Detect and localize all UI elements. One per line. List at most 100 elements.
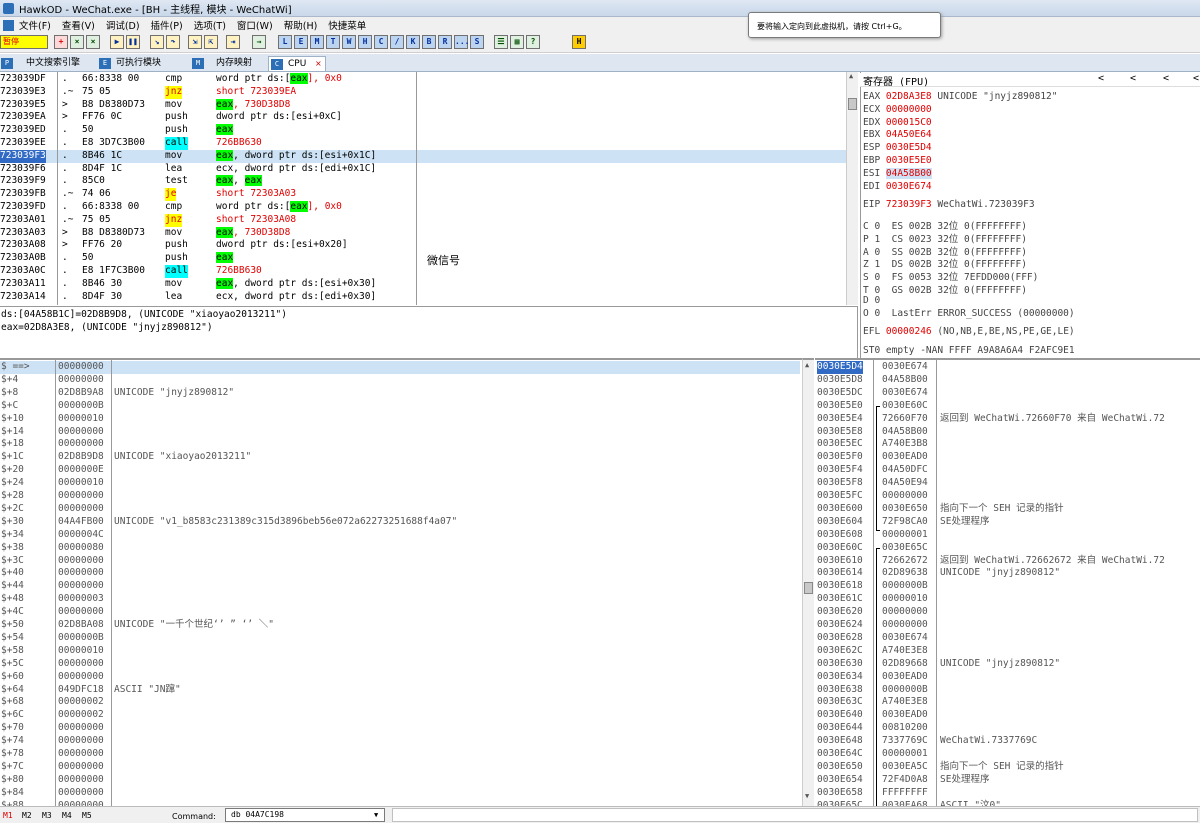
toolbar-button-s[interactable]: S [470,35,484,49]
register-value[interactable]: 723039F3 [886,199,932,210]
mark-m1[interactable]: M1 [3,811,13,820]
register-line[interactable]: EBP 0030E5E0 [863,155,932,166]
disasm-row[interactable]: 72303A11. 8B46 30 mov eax, dword ptr ds:[es… [0,277,857,291]
menu-window[interactable]: 窗口(W) [237,18,273,32]
stack-row[interactable]: $+84 00000000 [0,787,800,800]
stack-row[interactable]: $+28 00000000 [0,490,800,503]
disasm-row[interactable]: 723039E3 .~ 75 05 jnz short 723039EA [0,85,857,99]
stack-row[interactable]: $+64 049DFC18 ASCII "JN蹿" [0,684,800,697]
trace-into-icon[interactable]: ⇲ [188,35,202,49]
toolbar-button-m[interactable]: M [310,35,324,49]
toolbar-button-k[interactable]: K [406,35,420,49]
register-line[interactable]: EIP 723039F3 WeChatWi.723039F3 [863,199,1035,210]
stack-row[interactable]: $+C 0000000B [0,400,800,413]
column-divider[interactable] [57,72,58,305]
stack-row[interactable]: $+74 00000000 [0,735,800,748]
register-line[interactable]: ECX 00000000 [863,104,932,115]
menu-debug[interactable]: 调试(D) [106,18,140,32]
stack-row[interactable]: $+4C 00000000 [0,606,800,619]
column-divider[interactable] [416,72,417,305]
column-divider[interactable] [936,360,937,806]
scroll-up-icon[interactable]: ▲ [849,72,853,80]
disasm-row[interactable]: 723039EA > FF76 0C push dword ptr ds:[esi+0x… [0,111,857,124]
stack-dump-pane[interactable]: $ ==> 00000000 $+4 00000000 $+8 02D8B9A8 UNICO… [0,358,802,806]
menu-shortcuts[interactable]: 快捷菜单 [328,18,366,32]
stack-row[interactable]: $+7C 00000000 [0,761,800,774]
tab-cpu[interactable]: C CPU × [268,56,326,71]
disasm-row[interactable]: 72303A14. 8D4F 30 lea ecx, dword ptr ds:[ed… [0,291,857,304]
register-line[interactable]: ESI 04A58B00 [863,167,932,179]
register-value[interactable]: 04A58B00 [885,167,932,179]
stack-row[interactable]: $+58 00000010 [0,645,800,658]
toolbar-button-r[interactable]: R [438,35,452,49]
column-divider[interactable] [111,360,112,806]
toolbar-button-ellipsis[interactable]: ... [454,35,469,49]
disasm-row[interactable]: 723039ED. 50 push eax [0,124,857,137]
stack-row[interactable]: $+44 00000000 [0,580,800,593]
menu-help[interactable]: 帮助(H) [284,18,318,32]
options-icon[interactable]: ▦ [510,35,524,49]
stack-row[interactable]: $+3C 00000000 [0,555,800,568]
help-icon[interactable]: ? [526,35,540,49]
toolbar-button-b[interactable]: B [422,35,436,49]
stack-row[interactable]: $+20 0000000E [0,464,800,477]
tab-executable-modules[interactable]: E 可执行模块 [97,56,177,71]
step-into-icon[interactable]: ↘ [150,35,164,49]
scroll-up-icon[interactable]: ▲ [805,361,809,369]
stack-row[interactable]: $+5C 00000000 [0,658,800,671]
stack-row[interactable]: $+68 00000002 [0,696,800,709]
step-over-icon[interactable]: ↷ [166,35,180,49]
reg-nav-left-icon[interactable]: < [1163,73,1169,84]
disasm-row[interactable]: 72303A08 > FF76 20 push dword ptr ds:[esi+0x… [0,239,857,252]
scroll-thumb[interactable] [848,98,857,110]
disassembly-pane[interactable]: 723039DF. 66:8338 00 cmp word ptr ds:[eax],… [0,72,858,305]
stack-row[interactable]: $+70 00000000 [0,722,800,735]
tab-chinese-search[interactable]: 中文搜索引擎 [24,56,94,71]
close-program-icon[interactable]: × [70,35,84,49]
toolbar-button-l[interactable]: L [278,35,292,49]
column-divider[interactable] [55,360,56,806]
disassembly-scrollbar[interactable]: ▲ [846,72,858,305]
list-icon[interactable]: ☰ [494,35,508,49]
command-input[interactable]: db 04A7C198 [225,808,385,822]
scroll-thumb[interactable] [804,582,813,594]
toolbar-button-e[interactable]: E [294,35,308,49]
register-line[interactable]: EAX 02D8A3E8 UNICODE "jnyjz890812" [863,91,1058,102]
close-tab-icon[interactable]: × [315,57,322,71]
stack-row[interactable]: $+38 00000080 [0,542,800,555]
stack-row[interactable]: $+34 0000004C [0,529,800,542]
register-value[interactable]: 0030E5E0 [886,155,932,166]
menu-file[interactable]: 文件(F) [19,18,51,32]
mark-m5[interactable]: M5 [82,811,92,820]
mark-m4[interactable]: M4 [62,811,72,820]
stop-icon[interactable]: × [86,35,100,49]
goto-icon[interactable]: → [252,35,266,49]
stack-row[interactable]: $+24 00000010 [0,477,800,490]
register-value[interactable]: 0030E5D4 [886,142,932,153]
stack-row[interactable]: $+60 00000000 [0,671,800,684]
stack-row[interactable]: $+1C 02D8B9D8 UNICODE "xiaoyao2013211" [0,451,800,464]
disasm-row[interactable]: 723039E5 > B8 D8380D73 mov eax, 730D38D8 [0,98,857,112]
toolbar-button-c[interactable]: C [374,35,388,49]
reg-nav-left-icon[interactable]: < [1098,73,1104,84]
register-value[interactable]: 02D8A3E8 [886,91,932,102]
stack-row[interactable]: $+30 04A4FB00 UNICODE "v1_b8583c231389c315… [0,516,800,529]
stack-row[interactable]: $+40 00000000 [0,567,800,580]
execute-till-return-icon[interactable]: ⇥ [226,35,240,49]
run-icon[interactable]: ▶ [110,35,124,49]
scroll-down-icon[interactable]: ▼ [805,792,809,800]
registers-header[interactable]: 寄存器 (FPU) < < < < [860,73,1200,88]
menu-view[interactable]: 查看(V) [62,18,95,32]
disasm-row[interactable]: 723039F9. 85C0 test eax, eax [0,175,857,188]
toolbar-button-t[interactable]: T [326,35,340,49]
trace-over-icon[interactable]: ⇱ [204,35,218,49]
disasm-row[interactable]: 723039DF. 66:8338 00 cmp word ptr ds:[eax],… [0,73,857,86]
stack-row[interactable]: $+2C 00000000 [0,503,800,516]
toolbar-button-h[interactable]: H [358,35,372,49]
register-line[interactable]: EDX 000015C0 [863,117,932,128]
stack-row[interactable]: $+48 00000003 [0,593,800,606]
disasm-row[interactable]: 72303A01 .~ 75 05 jnz short 72303A08 [0,213,857,227]
stack-row[interactable]: $+14 00000000 [0,426,800,439]
register-value[interactable]: 00000246 [886,326,932,337]
stack-row[interactable]: $+10 00000010 [0,413,800,426]
